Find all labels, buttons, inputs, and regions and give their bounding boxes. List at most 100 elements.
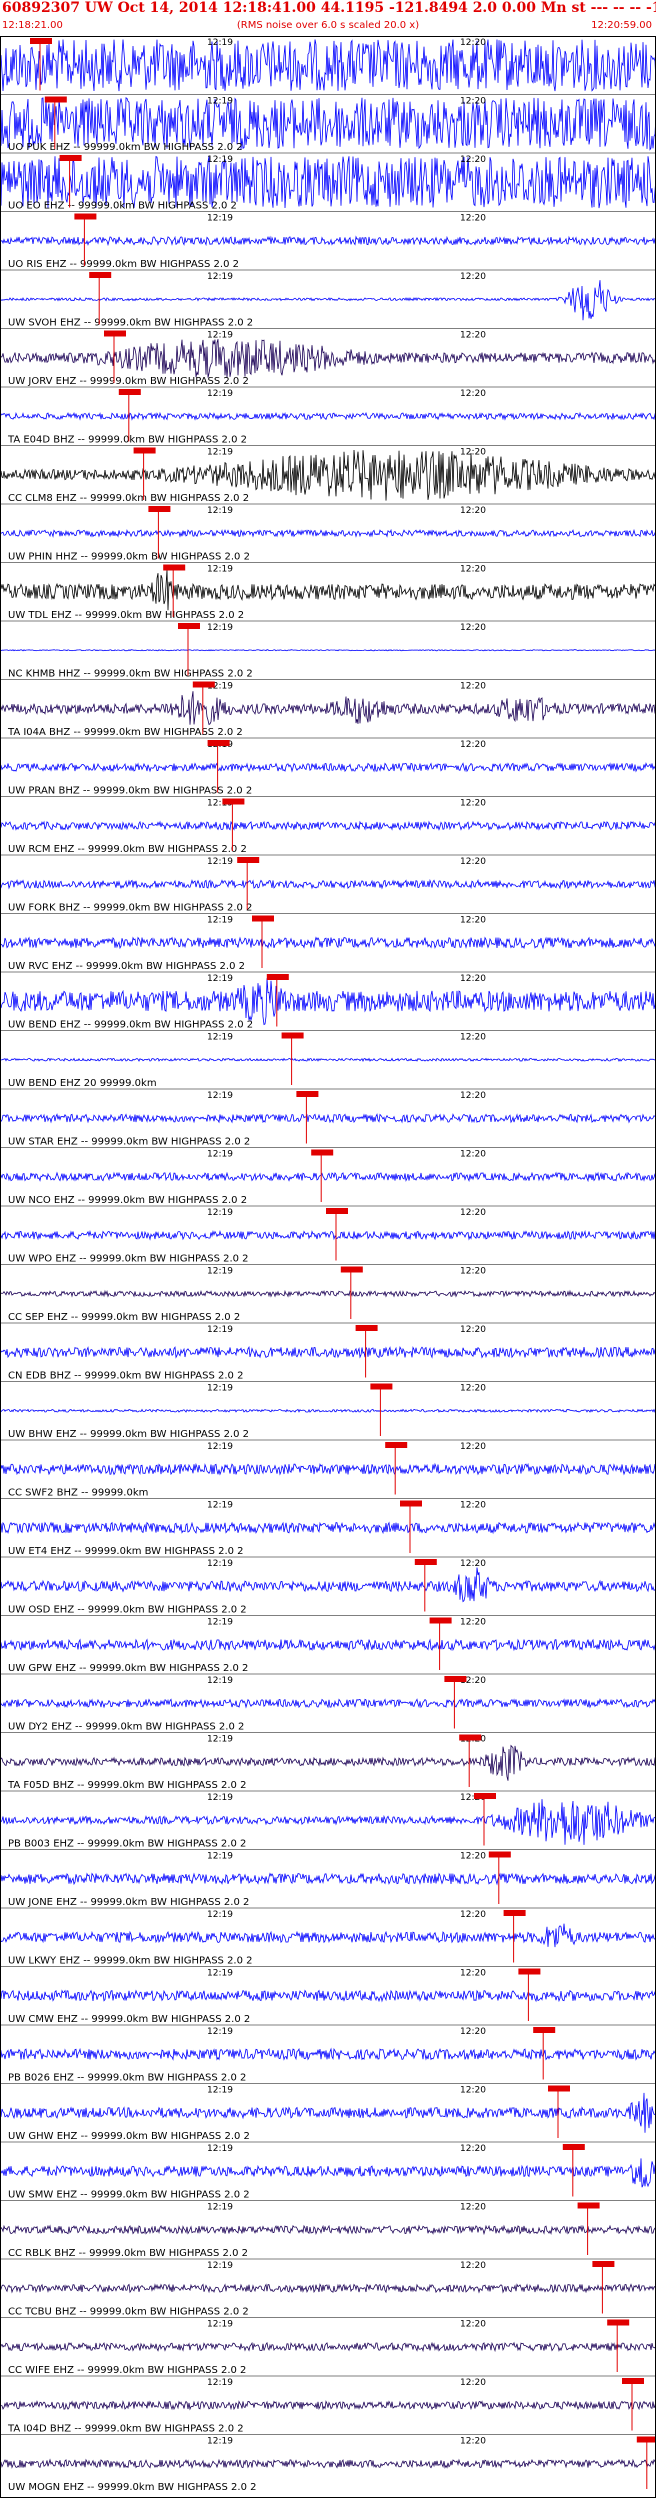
pick-marker xyxy=(148,506,171,512)
station-label: UW BEND EHZ -- 99999.0km BW HIGHPASS 2.0… xyxy=(8,1020,253,1031)
trace-row: 12:19 12:20 UW PHIN HHZ -- 99999.0km BW HI… xyxy=(0,503,656,563)
waveform xyxy=(0,1744,656,1781)
minute-tick-label: 12:20 xyxy=(460,1501,486,1511)
waveform xyxy=(0,1345,656,1359)
waveform xyxy=(0,2047,656,2061)
scaling-note: (RMS noise over 6.0 s scaled 20.0 x) xyxy=(236,20,420,31)
pick-marker xyxy=(370,1383,393,1390)
trace-row: 12:19 12:20 UW LKWY EHZ -- 99999.0km BW HI… xyxy=(0,1907,656,1967)
pick-marker xyxy=(89,272,112,278)
waveform xyxy=(0,2400,656,2411)
trace-row: 12:19 12:20 UW STAR EHZ -- 99999.0km BW HI… xyxy=(0,1088,656,1148)
minute-tick-label: 12:19 xyxy=(207,2378,233,2388)
trace-row: 12:19 12:20TA I04A BHZ -- 99999.0km BW HI… xyxy=(0,679,656,738)
seismogram-panel: 12:19 12:20 12:19 12:20 UO PUK EHZ -- 99999.… xyxy=(0,36,656,2498)
trace-row: 12:19 12:20 UW MOGN EHZ -- 99999.0km BW HI… xyxy=(0,2434,656,2493)
minute-tick-label: 12:20 xyxy=(460,1618,486,1628)
minute-tick-label: 12:20 xyxy=(460,1267,486,1277)
pick-marker xyxy=(118,389,141,395)
trace-row: 12:19 12:20 UW NCO EHZ -- 99999.0km BW HIG… xyxy=(0,1147,656,1206)
pick-marker xyxy=(607,2319,630,2326)
pick-marker xyxy=(636,2436,656,2443)
pick-marker xyxy=(192,681,215,688)
record-header: 60892307 UW Oct 14, 2014 12:18:41.00 44.… xyxy=(0,0,656,36)
waveform xyxy=(0,2458,656,2469)
minute-tick-label: 12:19 xyxy=(207,272,233,282)
minute-tick-label: 12:20 xyxy=(460,1384,486,1394)
pick-marker xyxy=(503,1910,526,1916)
station-label: UW DY2 EHZ -- 99999.0km BW HIGHPASS 2.0 … xyxy=(8,1722,244,1733)
pick-marker xyxy=(74,213,97,220)
station-label: UW MOGN EHZ -- 99999.0km BW HIGHPASS 2.0… xyxy=(8,2482,256,2493)
trace-row: 12:19 12:20 UW CMW EHZ -- 99999.0km BW HIG… xyxy=(0,1966,656,2025)
trace-row: 12:19 12:20 UO EO EHZ -- 99999.0km BW HIGH… xyxy=(0,152,656,212)
minute-tick-label: 12:20 xyxy=(460,1559,486,1569)
waveform xyxy=(0,1229,656,1241)
minute-tick-label: 12:19 xyxy=(207,1091,233,1101)
trace-row: 12:19 12:20 UW BHW EHZ -- 99999.0km BW HIG… xyxy=(0,1381,656,1440)
station-label: UW OSD EHZ -- 99999.0km BW HIGHPASS 2.0 … xyxy=(8,1605,247,1616)
waveform xyxy=(0,1698,656,1709)
station-label: CC SWF2 BHZ -- 99999.0km xyxy=(8,1488,148,1499)
station-label: UW STAR EHZ -- 99999.0km BW HIGHPASS 2.0… xyxy=(8,1137,250,1148)
trace-row: 12:19 12:20 UW JONE EHZ -- 99999.0km BW HI… xyxy=(0,1849,656,1908)
trace-row: 12:19 12:20 UW JORV EHZ -- 99999.0km BW HI… xyxy=(0,328,656,387)
trace-row: 12:19 12:20 PB B026 EHZ -- 99999.0km BW HI… xyxy=(0,2024,656,2084)
minute-tick-label: 12:20 xyxy=(460,1442,486,1452)
minute-tick-label: 12:20 xyxy=(460,682,486,692)
minute-tick-label: 12:19 xyxy=(207,1033,233,1043)
minute-tick-label: 12:20 xyxy=(460,272,486,282)
station-label: TA F05D BHZ -- 99999.0km BW HIGHPASS 2.0… xyxy=(7,1780,246,1791)
trace-row: 12:19 12:20 UW GPW EHZ -- 99999.0km BW HIG… xyxy=(0,1615,656,1674)
minute-tick-label: 12:19 xyxy=(207,38,233,48)
minute-tick-label: 12:19 xyxy=(207,448,233,458)
waveform xyxy=(0,39,656,92)
waveform xyxy=(0,1171,656,1183)
station-label: CC WIFE EHZ -- 99999.0km BW HIGHPASS 2.0… xyxy=(8,2365,246,2376)
pick-marker xyxy=(385,1442,408,1448)
pick-marker xyxy=(488,1851,511,1858)
trace-row: 12:19 12:20UW DY2 EHZ -- 99999.0km BW HIG… xyxy=(0,1673,656,1733)
station-label: UO PUK EHZ -- 99999.0km BW HIGHPASS 2.0 … xyxy=(8,142,243,153)
trace-row: 12:19 12:20 UW WPO EHZ -- 99999.0km BW HIG… xyxy=(0,1205,656,1265)
waveform xyxy=(0,2158,656,2188)
minute-tick-label: 12:19 xyxy=(207,565,233,575)
trace-row: 12:19 12:20 CC CLM8 EHZ -- 99999.0km BW HI… xyxy=(0,445,656,504)
minute-tick-label: 12:19 xyxy=(207,1442,233,1452)
trace-row: 12:19 12:20 TA I04D BHZ -- 99999.0km BW HI… xyxy=(0,2375,656,2435)
station-label: CN EDB BHZ -- 99999.0km BW HIGHPASS 2.0 … xyxy=(8,1371,243,1382)
minute-tick-label: 12:19 xyxy=(207,1910,233,1920)
minute-tick-label: 12:20 xyxy=(460,740,486,750)
pick-marker xyxy=(577,2202,600,2209)
minute-tick-label: 12:19 xyxy=(207,506,233,516)
pick-marker xyxy=(296,1091,319,1097)
pick-marker xyxy=(59,155,82,161)
station-label: CC SEP EHZ -- 99999.0km BW HIGHPASS 2.0 … xyxy=(8,1312,240,1323)
trace-row: 12:19 12:20 CC WIFE EHZ -- 99999.0km BW HI… xyxy=(0,2317,656,2376)
minute-tick-label: 12:19 xyxy=(207,2144,233,2154)
trace-row: 12:19 12:20 UW RVC EHZ -- 99999.0km BW HIG… xyxy=(0,913,656,972)
minute-tick-label: 12:20 xyxy=(460,623,486,633)
minute-tick-label: 12:20 xyxy=(460,1852,486,1862)
pick-marker xyxy=(281,1032,304,1039)
pick-marker xyxy=(355,1325,378,1331)
pick-marker xyxy=(592,2261,615,2267)
station-label: UW PRAN BHZ -- 99999.0km BW HIGHPASS 2.0… xyxy=(8,786,252,797)
waveform xyxy=(0,1923,656,1948)
station-label: UW SVOH EHZ -- 99999.0km BW HIGHPASS 2.0… xyxy=(8,318,253,329)
minute-tick-label: 12:19 xyxy=(207,1852,233,1862)
pick-marker xyxy=(400,1500,422,1507)
minute-tick-label: 12:19 xyxy=(207,916,233,926)
waveform xyxy=(0,691,656,726)
end-time-label: 12:20:59.00 xyxy=(591,20,652,31)
pick-marker xyxy=(266,974,289,980)
trace-row: 12:19 12:20PB B003 EHZ -- 99999.0km BW HI… xyxy=(0,1790,656,1850)
minute-tick-label: 12:20 xyxy=(460,1091,486,1101)
station-label: CC TCBU BHZ -- 99999.0km BW HIGHPASS 2.0… xyxy=(8,2307,249,2318)
station-label: UW WPO EHZ -- 99999.0km BW HIGHPASS 2.0 … xyxy=(8,1254,249,1265)
waveform xyxy=(0,2283,656,2294)
minute-tick-label: 12:20 xyxy=(460,331,486,341)
waveform xyxy=(0,2224,656,2236)
minute-tick-label: 12:19 xyxy=(207,214,233,224)
trace-row: 12:19 12:20 UO PUK EHZ -- 99999.0km BW HIG… xyxy=(0,94,656,153)
